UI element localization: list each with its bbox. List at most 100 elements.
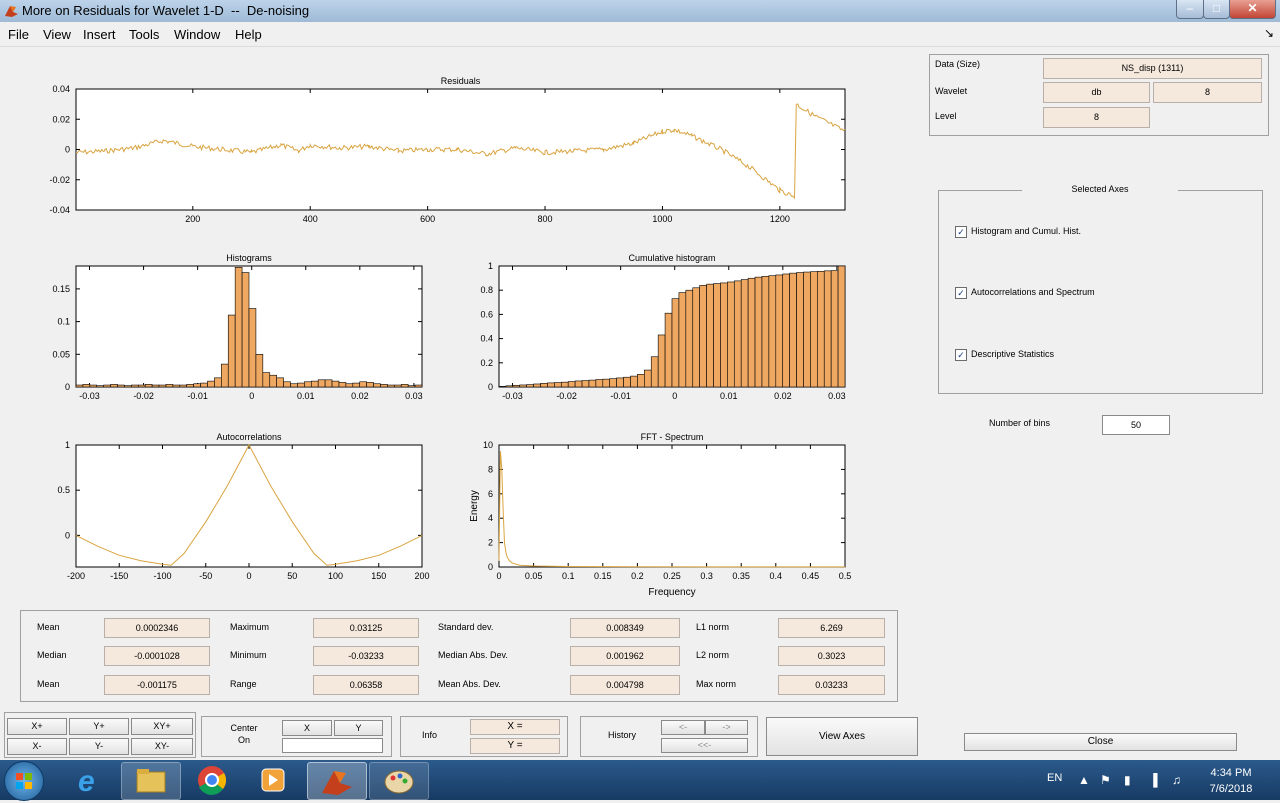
power-icon[interactable]: ▮ xyxy=(1124,773,1131,787)
bins-input[interactable]: 50 xyxy=(1102,415,1170,435)
histogram-bar xyxy=(616,377,624,388)
x-tick-label: 0.3 xyxy=(700,571,713,581)
close-window-button[interactable]: ✕ xyxy=(1229,0,1276,19)
histogram-bar xyxy=(768,275,777,388)
axes-checkbox[interactable]: ✓ xyxy=(955,349,967,361)
svg-text:e: e xyxy=(78,765,95,798)
x-tick-label: 0.05 xyxy=(525,571,543,581)
maximize-button[interactable]: □ xyxy=(1203,0,1230,19)
histogram-bar xyxy=(657,334,666,388)
taskbar-ie[interactable]: e xyxy=(60,762,118,798)
language-indicator[interactable]: EN xyxy=(1047,772,1062,784)
menu-window[interactable]: Window xyxy=(174,27,220,42)
center-on-label: Center On xyxy=(230,723,258,745)
histogram-bar xyxy=(151,384,160,388)
clock-time[interactable]: 4:34 PM xyxy=(1208,767,1254,779)
view-axes-button[interactable]: View Axes xyxy=(766,717,918,756)
histogram-bar xyxy=(754,276,763,388)
history-reset-button[interactable]: <<- xyxy=(661,738,748,753)
center-x-button[interactable]: X xyxy=(282,720,332,736)
close-button[interactable]: Close xyxy=(964,733,1237,751)
histogram-bar xyxy=(407,385,416,388)
zoom-y-plus-button[interactable]: Y+ xyxy=(69,718,129,735)
y-tick-label: 0.8 xyxy=(480,285,493,295)
menu-tools[interactable]: Tools xyxy=(129,27,159,42)
menu-file[interactable]: File xyxy=(8,27,29,42)
center-on-input[interactable] xyxy=(282,738,383,753)
taskbar-paint[interactable] xyxy=(369,762,429,800)
x-tick-label: 0.35 xyxy=(732,571,750,581)
histogram-bar xyxy=(124,385,132,388)
stat-value: 0.06358 xyxy=(313,675,419,695)
x-tick-label: 1200 xyxy=(770,214,790,224)
histogram-bar xyxy=(186,384,194,388)
histogram-bar xyxy=(526,384,534,388)
histogram-bar xyxy=(796,272,804,388)
menu-view[interactable]: View xyxy=(43,27,71,42)
histogram-bar xyxy=(547,382,555,388)
histogram-bar xyxy=(823,270,832,388)
minimize-button[interactable]: – xyxy=(1176,0,1204,19)
start-button[interactable] xyxy=(4,761,44,801)
history-forward-button[interactable]: -> xyxy=(705,720,748,735)
histogram-bar xyxy=(540,383,548,388)
histogram-bar xyxy=(96,385,104,388)
x-tick-label: 0.01 xyxy=(297,391,315,401)
volume-icon[interactable]: ♫ xyxy=(1172,773,1181,787)
stat-label: Minimum xyxy=(230,650,267,660)
zoom-y-minus-button[interactable]: Y- xyxy=(69,738,129,755)
zoom-xy-plus-button[interactable]: XY+ xyxy=(131,718,193,735)
histogram-bar xyxy=(331,380,340,388)
x-tick-label: 200 xyxy=(414,571,429,581)
zoom-xy-minus-button[interactable]: XY- xyxy=(131,738,193,755)
chart-svg: Autocorrelations -200 -150 -100 -50 0 50 100 150… xyxy=(57,432,429,581)
center-y-button[interactable]: Y xyxy=(334,720,383,736)
action-center-icon[interactable]: ⚑ xyxy=(1100,773,1111,787)
histogram-bar xyxy=(505,385,514,388)
axes-checkbox[interactable]: ✓ xyxy=(955,287,967,299)
zoom-x-plus-button[interactable]: X+ xyxy=(7,718,67,735)
histogram-bar xyxy=(692,287,700,388)
histogram-bar xyxy=(630,375,638,388)
wavelet-order-value: 8 xyxy=(1153,82,1262,103)
y-tick-label: 0.1 xyxy=(57,317,70,327)
menu-insert[interactable]: Insert xyxy=(83,27,116,42)
data-size-value: NS_disp (1311) xyxy=(1043,58,1262,79)
dock-arrow-icon[interactable]: ↘ xyxy=(1264,26,1274,40)
zoom-x-minus-button[interactable]: X- xyxy=(7,738,67,755)
menu-help[interactable]: Help xyxy=(235,27,262,42)
chart-title: Cumulative histogram xyxy=(628,253,715,263)
y-tick-label: 2 xyxy=(488,538,493,548)
histogram-bar xyxy=(775,274,784,388)
taskbar-explorer[interactable] xyxy=(121,762,181,800)
axes-checkbox-label: Descriptive Statistics xyxy=(971,349,1055,359)
stat-value: 0.001962 xyxy=(570,646,680,666)
histogram-bar xyxy=(317,379,326,388)
x-tick-label: 0.02 xyxy=(774,391,792,401)
network-icon[interactable]: ▐ xyxy=(1149,773,1158,787)
y-tick-label: 8 xyxy=(488,464,493,474)
x-tick-label: -200 xyxy=(67,571,85,581)
histogram-bar xyxy=(352,382,361,388)
x-tick-label: 1000 xyxy=(652,214,672,224)
chart-title: FFT - Spectrum xyxy=(641,432,704,442)
history-back-button[interactable]: <- xyxy=(661,720,705,735)
x-tick-label: -0.02 xyxy=(133,391,154,401)
clock-date[interactable]: 7/6/2018 xyxy=(1204,783,1258,795)
taskbar-chrome[interactable] xyxy=(183,762,241,798)
histogram-bar xyxy=(817,271,825,388)
taskbar-media[interactable] xyxy=(245,762,303,798)
histogram-bar xyxy=(830,270,839,388)
x-tick-label: -0.01 xyxy=(187,391,208,401)
taskbar-matlab[interactable] xyxy=(307,762,367,800)
histogram-bar xyxy=(373,383,381,388)
stat-label: L2 norm xyxy=(696,650,730,660)
stat-value: 0.0002346 xyxy=(104,618,210,638)
x-tick-label: 0.4 xyxy=(770,571,783,581)
histogram-bar xyxy=(103,384,111,388)
stat-label: Median Abs. Dev. xyxy=(438,650,508,660)
show-hidden-icons-icon[interactable]: ▲ xyxy=(1078,773,1090,787)
histogram-bar xyxy=(200,382,208,388)
axes-checkbox[interactable]: ✓ xyxy=(955,226,967,238)
x-tick-label: 100 xyxy=(328,571,343,581)
